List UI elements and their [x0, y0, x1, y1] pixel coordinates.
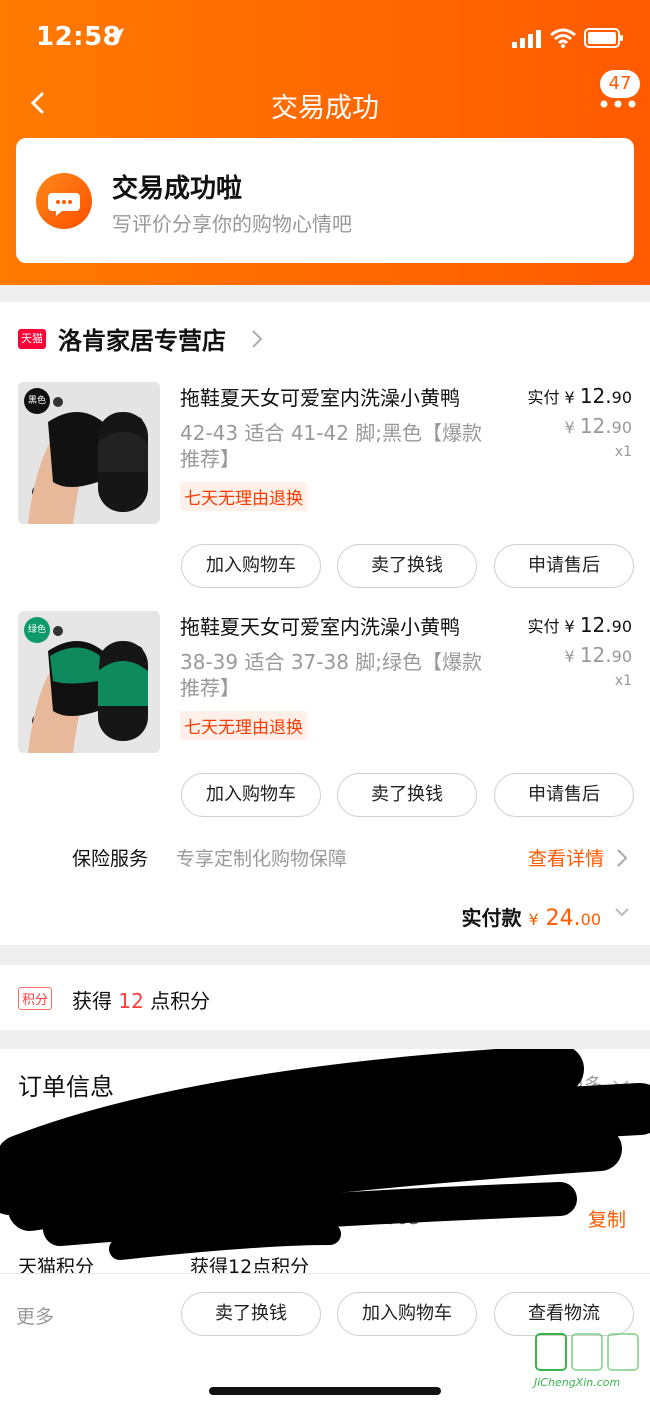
after-sales-button[interactable]: 申请售后	[494, 773, 634, 817]
return-policy-badge: 七天无理由退换	[180, 482, 307, 511]
product-actions: 加入购物车 卖了换钱 申请售后	[0, 544, 650, 590]
store-name[interactable]: 洛肯家居专营店	[58, 321, 226, 356]
order-number-label: 订单编号	[18, 1211, 95, 1233]
price-integer: 12.	[579, 643, 612, 667]
total-paid: 实付款 ¥ 24.00	[462, 902, 630, 931]
add-to-cart-button[interactable]: 加入购物车	[337, 1292, 477, 1336]
order-number-value: 7538003	[336, 1207, 421, 1229]
chevron-right-icon[interactable]	[616, 848, 628, 868]
success-card[interactable]: 交易成功啦 写评价分享你的购物心情吧	[16, 138, 634, 263]
add-to-cart-button[interactable]: 加入购物车	[181, 544, 321, 588]
order-info-section: 订单信息 更多 收货信息 订单编号 7538003 复制 天猫积分 获得12点积…	[0, 1049, 650, 1273]
product-title: 拖鞋夏天女可爱室内洗澡小黄鸭	[180, 615, 460, 639]
chevron-down-icon[interactable]	[612, 1079, 630, 1091]
more-dots-icon[interactable]	[600, 100, 636, 108]
status-bar: 12:58	[0, 0, 650, 74]
copy-button[interactable]: 复制	[588, 1205, 626, 1232]
currency-symbol: ¥	[564, 647, 575, 666]
points-section: 积分 获得 12 点积分	[0, 965, 650, 1030]
order-more-link[interactable]: 更多	[566, 1071, 602, 1097]
tmall-badge: 天猫	[18, 329, 46, 349]
total-integer: 24.	[545, 906, 581, 931]
price-decimal: 90	[611, 647, 632, 666]
success-subtitle: 写评价分享你的购物心情吧	[112, 212, 352, 236]
product-item[interactable]: 绿色 拖鞋夏天女可爱室内洗澡小黄鸭 38-39 适合 37-38 脚;绿色【爆款…	[0, 611, 650, 841]
add-to-cart-button[interactable]: 加入购物车	[181, 773, 321, 817]
quantity: x1	[614, 673, 632, 689]
product-actions: 加入购物车 卖了换钱 申请售后	[0, 773, 650, 819]
nav-bar: 交易成功	[0, 74, 650, 134]
price-decimal: 90	[611, 388, 632, 407]
original-price: ¥ 12.90	[565, 643, 632, 667]
points-prefix: 获得	[72, 989, 112, 1013]
location-arrow-icon	[110, 28, 124, 42]
wifi-icon	[550, 28, 576, 48]
points-number: 12	[118, 989, 144, 1013]
after-sales-button[interactable]: 申请售后	[494, 544, 634, 588]
resell-button[interactable]: 卖了换钱	[337, 773, 477, 817]
tmall-points-label: 天猫积分	[18, 1256, 95, 1273]
product-spec: 42-43 适合 41-42 脚;黑色【爆款推荐】	[180, 421, 483, 471]
page-title: 交易成功	[271, 93, 379, 124]
product-thumbnail[interactable]: 绿色	[18, 611, 160, 753]
product-thumbnail[interactable]: 黑色	[18, 382, 160, 524]
chevron-right-icon[interactable]	[250, 328, 264, 350]
bottom-action-bar: 更多 卖了换钱 加入购物车 查看物流 JiChengXin.com	[0, 1273, 650, 1406]
insurance-row[interactable]: 保险服务 专享定制化购物保障 查看详情	[0, 840, 650, 876]
battery-icon	[584, 28, 623, 48]
quantity: x1	[614, 444, 632, 460]
order-info-title: 订单信息	[18, 1073, 114, 1101]
shipping-info-label: 收货信息	[18, 1147, 95, 1169]
total-paid-label: 实付款	[461, 906, 522, 930]
header: 12:58 交易成功 47 交易成功啦 写评价分享你的购物心情吧	[0, 0, 650, 285]
return-policy-badge: 七天无理由退换	[180, 711, 307, 740]
resell-button[interactable]: 卖了换钱	[337, 544, 477, 588]
price-decimal: 90	[611, 418, 632, 437]
color-tag: 绿色	[24, 617, 50, 643]
paid-price: 实付 ¥ 12.90	[527, 384, 632, 408]
success-title: 交易成功啦	[112, 174, 243, 204]
product-title: 拖鞋夏天女可爱室内洗澡小黄鸭	[180, 386, 460, 410]
currency-symbol: ¥	[528, 910, 539, 929]
paid-label: 实付	[527, 617, 560, 636]
points-suffix: 点积分	[150, 989, 211, 1013]
original-price: ¥ 12.90	[565, 414, 632, 438]
insurance-label: 保险服务	[72, 848, 149, 870]
chevron-down-icon[interactable]	[614, 906, 630, 918]
product-spec: 38-39 适合 37-38 脚;绿色【爆款推荐】	[180, 650, 483, 700]
tmall-points-value: 获得12点积分	[190, 1256, 310, 1273]
paid-price: 实付 ¥ 12.90	[527, 613, 632, 637]
resell-button[interactable]: 卖了换钱	[181, 1292, 321, 1336]
points-text: 获得 12 点积分	[72, 985, 210, 1014]
view-details-link[interactable]: 查看详情	[528, 844, 604, 871]
watermark-text: JiChengXin.com	[534, 1376, 621, 1389]
cellular-signal-icon	[512, 30, 541, 48]
watermark-logo: JiChengXin.com	[534, 1330, 644, 1394]
store-section: 天猫 洛肯家居专营店 黑色 拖鞋夏天女可爱室内洗澡小黄鸭 42-43 适合 41…	[0, 302, 650, 945]
chat-bubble-icon	[36, 173, 92, 229]
currency-symbol: ¥	[564, 418, 575, 437]
total-decimal: 00	[580, 910, 602, 929]
message-count-badge[interactable]: 47	[600, 70, 640, 98]
price-integer: 12.	[579, 384, 612, 408]
currency-symbol: ¥	[564, 388, 575, 407]
color-tag: 黑色	[24, 388, 50, 414]
product-item[interactable]: 黑色 拖鞋夏天女可爱室内洗澡小黄鸭 42-43 适合 41-42 脚;黑色【爆款…	[0, 382, 650, 612]
points-tag: 积分	[18, 987, 53, 1010]
more-button[interactable]: 更多	[16, 1302, 54, 1329]
insurance-desc: 专享定制化购物保障	[176, 848, 348, 870]
paid-label: 实付	[527, 388, 560, 407]
price-integer: 12.	[579, 414, 612, 438]
price-decimal: 90	[611, 617, 632, 636]
price-integer: 12.	[579, 613, 612, 637]
home-indicator[interactable]	[209, 1387, 441, 1395]
currency-symbol: ¥	[564, 617, 575, 636]
